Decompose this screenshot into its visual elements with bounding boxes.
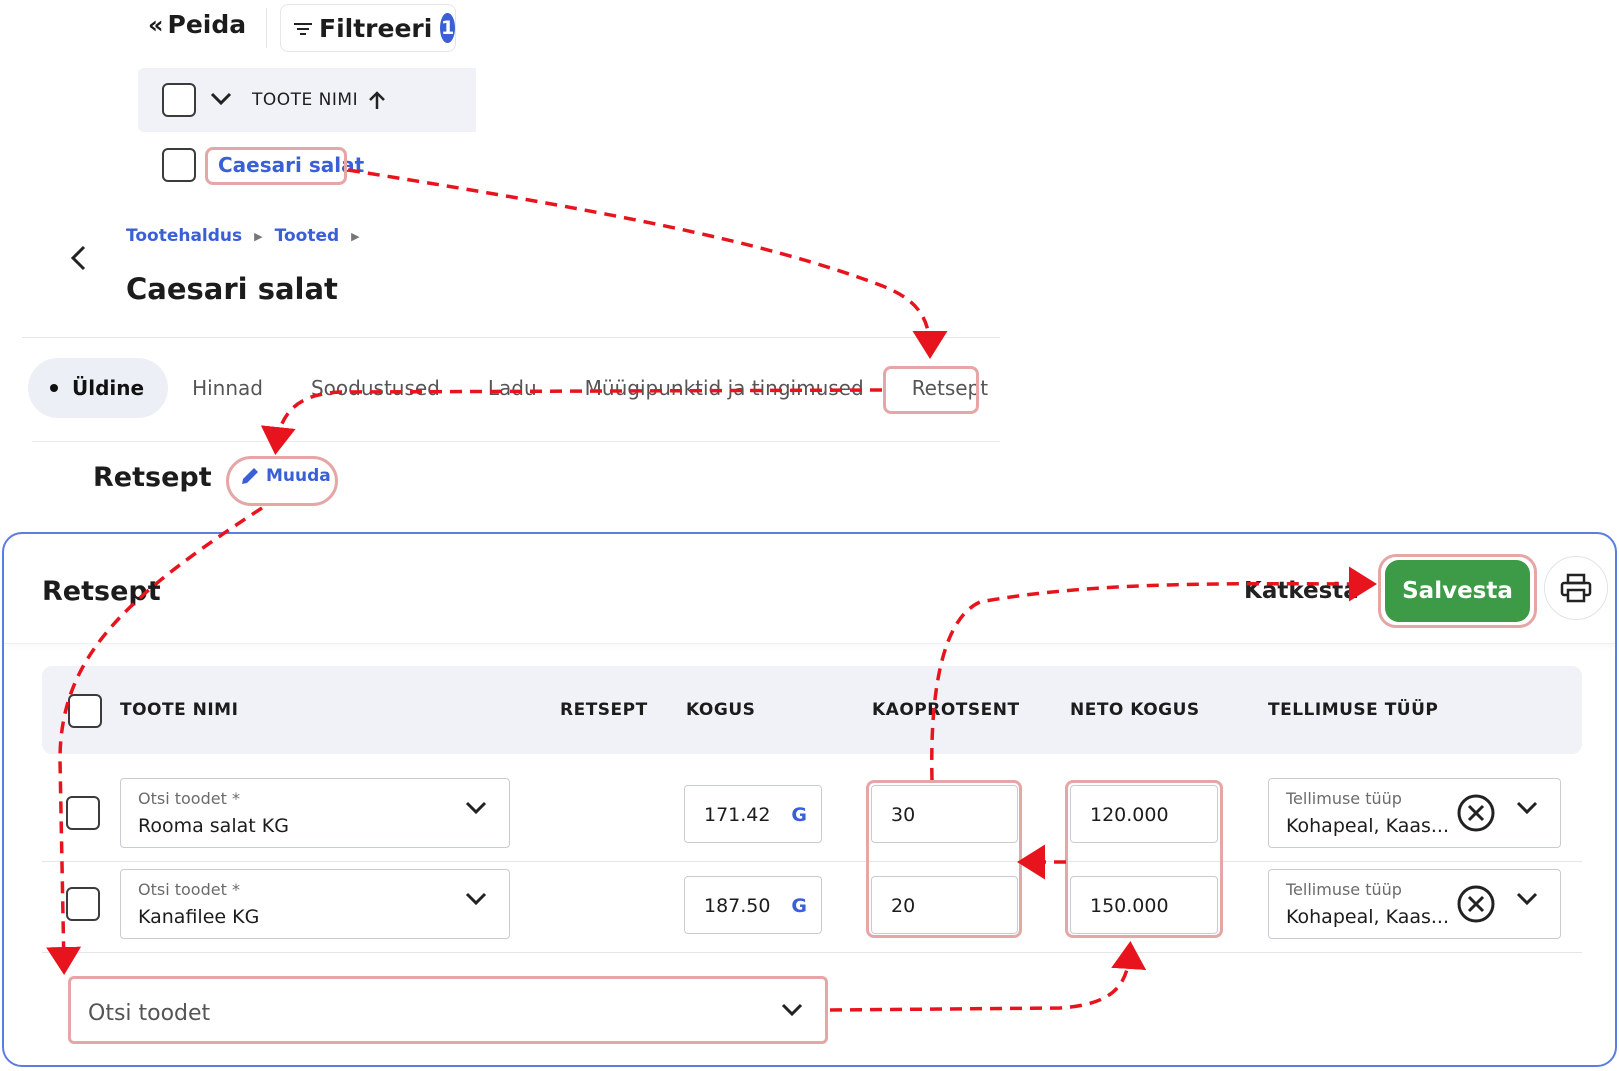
field-value: Rooma salat KG [138,815,289,837]
field-label: Tellimuse tüüp [1286,789,1402,808]
toolbar-divider [266,8,267,48]
search-placeholder: Otsi toodet [88,1001,211,1026]
breadcrumb-item[interactable]: Tooted [275,226,340,246]
chevron-down-icon[interactable] [210,91,232,110]
unit-label: G [791,804,807,826]
tab-uldine[interactable]: Üldine [28,358,169,418]
pencil-icon [242,468,258,484]
column-header: NETO KOGUS [1070,700,1200,720]
recipe-section-title: Retsept [93,462,212,493]
clear-icon[interactable] [1456,884,1496,924]
row-checkbox[interactable] [162,148,196,182]
breadcrumb: Tootehaldus ▶ Tooted ▶ [126,226,360,246]
row-divider [42,952,1582,953]
product-select[interactable]: Otsi toodet * Rooma salat KG [120,778,510,848]
column-header: KAOPROTSENT [872,700,1020,720]
recipe-edit-panel: Retsept Katkesta Salvesta TOOTE NIMI RET… [2,532,1617,1067]
chevron-down-icon [1516,892,1538,906]
back-icon[interactable] [68,244,90,276]
column-header: RETSEPT [560,700,648,720]
net-quantity-value: 150.000 [1090,895,1169,917]
column-header-label: TOOTE NIMI [252,90,359,110]
order-type-select[interactable]: Tellimuse tüüp Kohapeal, Kaas... [1268,869,1561,939]
column-header: TELLIMUSE TÜÜP [1268,700,1439,720]
product-link[interactable]: Caesari salat [218,153,364,177]
filter-label: Filtreeri [319,13,433,43]
tab-myygipunktid[interactable]: Müügipunktid ja tingimused [561,358,888,418]
column-header: TOOTE NIMI [120,700,239,720]
select-all-checkbox[interactable] [68,694,102,728]
quantity-value: 187.50 [704,895,771,917]
page-title: Caesari salat [126,272,338,306]
edit-button[interactable]: Muuda [240,466,331,486]
field-value: Kohapeal, Kaas... [1286,815,1450,837]
breadcrumb-item[interactable]: Tootehaldus [126,226,242,246]
row-checkbox[interactable] [66,887,100,921]
recipe-table-header: TOOTE NIMI RETSEPT KOGUS KAOPROTSENT NET… [42,666,1582,754]
cancel-button[interactable]: Katkesta [1244,578,1359,604]
select-all-checkbox[interactable] [162,83,196,117]
product-list-header: TOOTE NIMI [138,68,476,132]
field-label: Otsi toodet * [138,880,240,899]
clear-icon[interactable] [1456,793,1496,833]
arrow-product-to-tab [347,168,948,359]
divider [22,337,1000,338]
loss-percent-value: 20 [891,895,916,917]
row-divider [42,861,1582,862]
unit-label: G [791,895,807,917]
filter-button[interactable]: Filtreeri 1 [280,4,456,52]
filter-icon [293,14,313,43]
chevron-down-icon [781,1003,803,1017]
chevron-right-icon: ▶ [351,229,360,243]
double-chevron-left-icon: « [148,10,163,39]
field-label: Otsi toodet * [138,789,240,808]
tab-soodustused[interactable]: Soodustused [287,358,464,418]
quantity-value: 171.42 [704,804,771,826]
quantity-input[interactable]: 171.42 G [684,785,822,843]
panel-header [4,534,1615,644]
chevron-down-icon [465,801,487,815]
print-button[interactable] [1544,556,1608,620]
divider [32,441,1000,442]
product-select[interactable]: Otsi toodet * Kanafilee KG [120,869,510,939]
hide-button[interactable]: « Peida [148,10,246,39]
sort-column-header[interactable]: TOOTE NIMI [252,90,386,110]
column-header: KOGUS [686,700,756,720]
field-value: Kanafilee KG [138,906,260,928]
field-value: Kohapeal, Kaas... [1286,906,1450,928]
save-button[interactable]: Salvesta [1385,560,1530,622]
chevron-down-icon [1516,801,1538,815]
net-quantity-input[interactable]: 150.000 [1070,876,1218,934]
list-item: Caesari salat [162,148,364,182]
tab-ladu[interactable]: Ladu [464,358,561,418]
net-quantity-value: 120.000 [1090,804,1169,826]
net-quantity-input[interactable]: 120.000 [1070,785,1218,843]
field-label: Tellimuse tüüp [1286,880,1402,899]
hide-label: Peida [167,10,247,39]
filter-count-badge: 1 [440,13,455,43]
chevron-right-icon: ▶ [254,229,263,243]
loss-percent-input[interactable]: 30 [871,785,1018,843]
tab-hinnad[interactable]: Hinnad [168,358,287,418]
chevron-down-icon [465,892,487,906]
quantity-input[interactable]: 187.50 G [684,876,822,934]
row-checkbox[interactable] [66,796,100,830]
printer-icon [1560,573,1592,603]
edit-label: Muuda [266,466,331,486]
order-type-select[interactable]: Tellimuse tüüp Kohapeal, Kaas... [1268,778,1561,848]
arrow-up-icon [369,91,385,109]
tab-retsept[interactable]: Retsept [888,358,1012,418]
tab-bar: Üldine Hinnad Soodustused Ladu Müügipunk… [28,358,1012,418]
panel-title: Retsept [42,576,161,607]
loss-percent-value: 30 [891,804,916,826]
add-product-search[interactable]: Otsi toodet [68,976,828,1044]
loss-percent-input[interactable]: 20 [871,876,1018,934]
